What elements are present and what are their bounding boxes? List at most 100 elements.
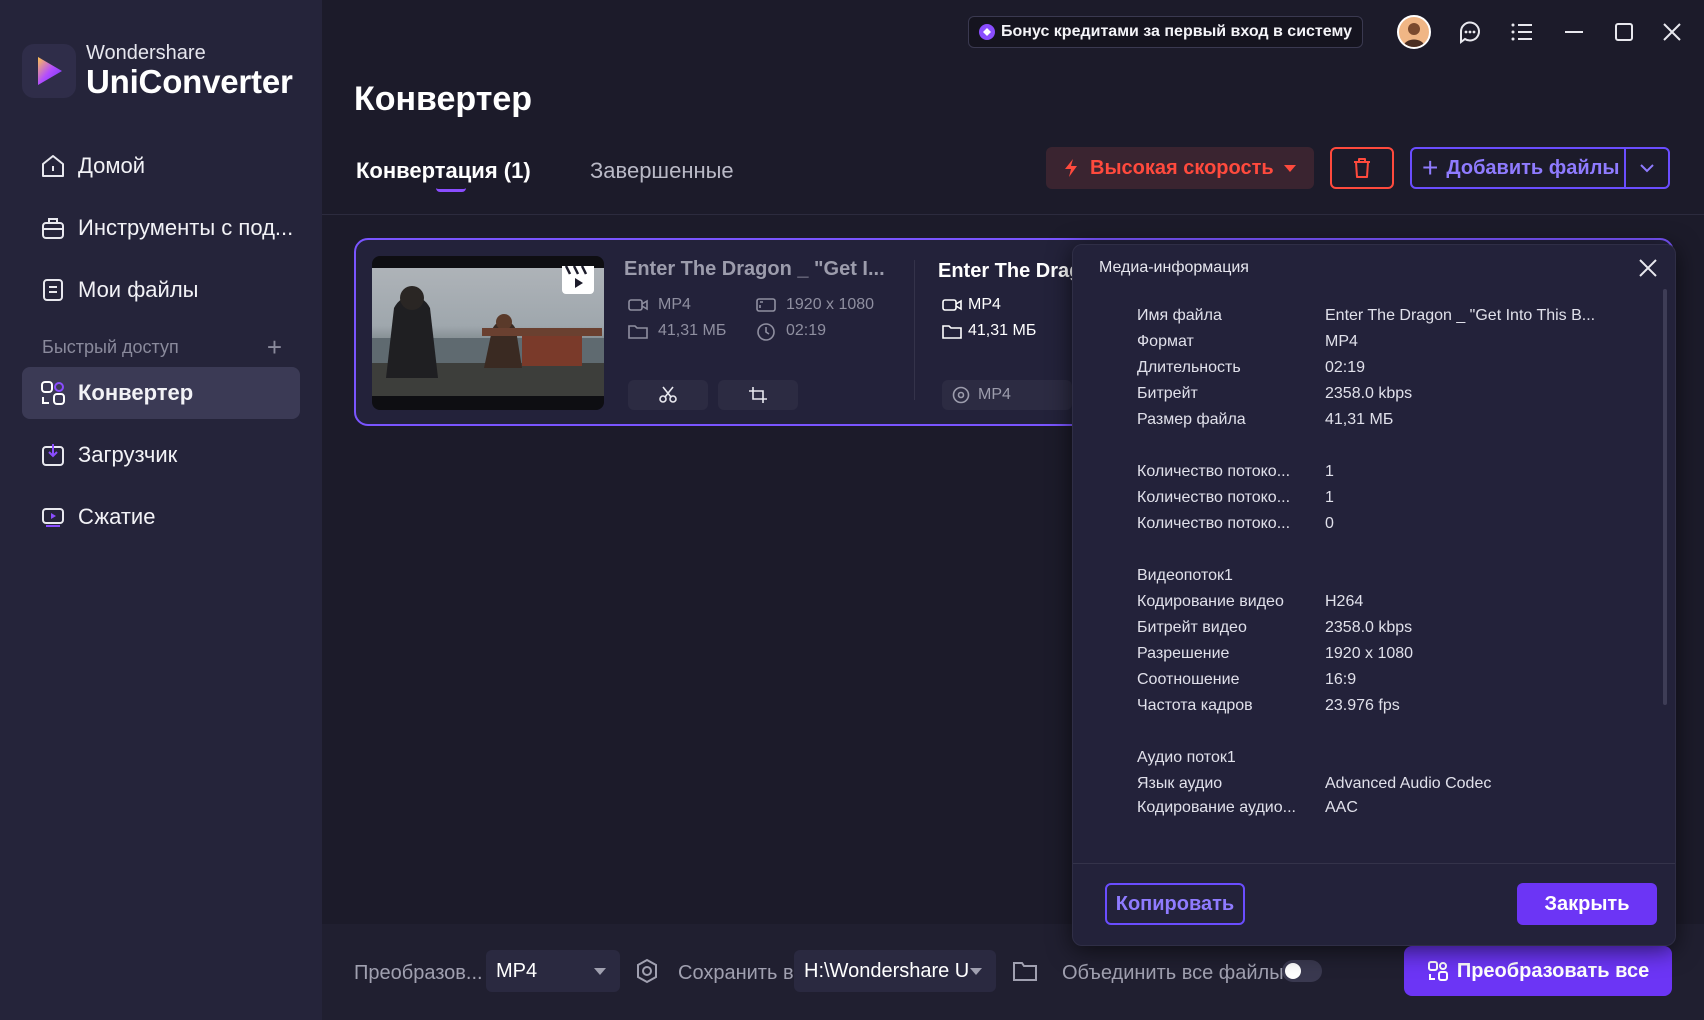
header-divider <box>322 214 1704 215</box>
info-row: Размер файла 41,31 МБ <box>1137 411 1394 428</box>
settings-icon <box>952 386 970 404</box>
info-row: Битрейт 2358.0 kbps <box>1137 385 1413 402</box>
tab-finished[interactable]: Завершенные <box>590 158 734 184</box>
info-row: Соотношение 16:9 <box>1137 671 1357 688</box>
user-avatar[interactable] <box>1396 14 1432 50</box>
trim-button[interactable] <box>628 380 708 410</box>
sidebar: Wondershare UniConverter Домой Инструмен… <box>0 0 322 1020</box>
info-row: Количество потоко... 0 <box>1137 515 1334 532</box>
dialog-footer-divider <box>1073 863 1675 864</box>
info-row: Количество потоко... 1 <box>1137 463 1334 480</box>
video-icon <box>628 297 648 313</box>
resolution-icon <box>756 297 776 313</box>
dialog-title: Медиа-информация <box>1099 259 1249 276</box>
save-to-label: Сохранить в <box>678 962 794 984</box>
merge-files-toggle[interactable] <box>1282 960 1322 982</box>
source-duration: 02:19 <box>756 322 826 341</box>
sidebar-item-downloader[interactable]: Загрузчик <box>22 429 300 481</box>
converter-icon <box>38 378 68 408</box>
sidebar-item-tools[interactable]: Инструменты с под... <box>22 202 300 254</box>
tab-active-indicator <box>436 188 466 192</box>
sidebar-item-label: Загрузчик <box>78 442 178 467</box>
convert-to-label: Преобразов... <box>354 962 483 984</box>
add-files-button[interactable]: + Добавить файлы <box>1410 147 1670 189</box>
chat-icon[interactable] <box>1452 14 1488 50</box>
info-row: Разрешение 1920 x 1080 <box>1137 645 1414 662</box>
info-row: Количество потоко... 1 <box>1137 489 1334 506</box>
chevron-down-icon <box>594 968 606 975</box>
bonus-banner[interactable]: Бонус кредитами за первый вход в систему <box>968 16 1363 48</box>
video-stream-heading: Видеопоток1 <box>1137 567 1233 584</box>
source-resolution: 1920 x 1080 <box>756 296 874 314</box>
card-divider <box>914 260 915 400</box>
info-row: Битрейт видео 2358.0 kbps <box>1137 619 1413 636</box>
add-quick-access-icon[interactable]: + <box>267 332 282 363</box>
close-button[interactable]: Закрыть <box>1517 883 1657 925</box>
high-speed-label: Высокая скорость <box>1090 156 1274 179</box>
output-format-select[interactable]: MP4 <box>486 950 620 992</box>
quick-access-label: Быстрый доступ <box>42 337 179 357</box>
target-format-select[interactable]: MP4 <box>942 380 1072 410</box>
crop-button[interactable] <box>718 380 798 410</box>
toolbox-icon <box>38 213 68 243</box>
tab-converting[interactable]: Конвертация (1) <box>356 158 531 184</box>
target-file-name: Enter The Drag <box>938 260 1078 282</box>
sidebar-item-compress[interactable]: Сжатие <box>22 491 300 543</box>
brand-main: UniConverter <box>86 63 293 100</box>
quick-access-header: Быстрый доступ + <box>42 332 282 363</box>
lightning-icon <box>1062 158 1080 178</box>
menu-icon[interactable] <box>1504 14 1540 50</box>
logo-icon <box>22 44 76 98</box>
maximize-icon[interactable] <box>1606 14 1642 50</box>
chevron-down-icon <box>970 968 982 975</box>
info-row: Длительность 02:19 <box>1137 359 1366 376</box>
source-format: MP4 <box>628 296 691 314</box>
folder-icon <box>628 323 648 339</box>
files-icon <box>38 275 68 305</box>
clapper-icon <box>562 266 594 294</box>
sidebar-item-label: Мои файлы <box>78 277 199 302</box>
high-speed-button[interactable]: Высокая скорость <box>1046 147 1314 189</box>
compress-icon <box>38 502 68 532</box>
brand-sub: Wondershare <box>86 42 206 64</box>
save-path-select[interactable]: H:\Wondershare Ur <box>794 950 996 992</box>
page-title: Конвертер <box>354 80 533 118</box>
folder-icon <box>942 323 962 339</box>
source-file-name: Enter The Dragon _ "Get I... <box>624 258 885 280</box>
minimize-icon[interactable] <box>1556 14 1592 50</box>
dialog-scrollbar[interactable] <box>1663 289 1667 705</box>
audio-stream-heading: Аудио поток1 <box>1137 749 1236 766</box>
add-files-dropdown[interactable] <box>1626 163 1668 173</box>
output-settings-icon[interactable] <box>634 958 660 984</box>
scissors-icon <box>658 386 678 404</box>
sidebar-item-my-files[interactable]: Мои файлы <box>22 264 300 316</box>
video-icon <box>942 297 962 313</box>
media-info-dialog: Медиа-информация Имя файла Enter The Drag… <box>1072 244 1676 946</box>
info-row: Язык аудио Advanced Audio Codec <box>1137 775 1492 792</box>
sidebar-item-label: Сжатие <box>78 504 156 529</box>
sidebar-item-converter[interactable]: Конвертер <box>22 367 300 419</box>
info-row: Кодирование видео H264 <box>1137 593 1364 610</box>
plus-icon: + <box>1422 152 1439 183</box>
delete-button[interactable] <box>1330 147 1394 189</box>
sidebar-item-label: Инструменты с под... <box>78 215 294 240</box>
home-icon <box>38 151 68 181</box>
sidebar-item-home[interactable]: Домой <box>22 140 300 192</box>
open-folder-icon[interactable] <box>1012 959 1038 983</box>
source-size: 41,31 МБ <box>628 322 726 340</box>
converter-icon <box>1427 960 1449 982</box>
trash-icon <box>1352 157 1372 179</box>
video-thumbnail[interactable] <box>372 256 604 410</box>
bonus-text: Бонус кредитами за первый вход в систему <box>1001 23 1352 40</box>
dialog-close-icon[interactable] <box>1633 253 1663 283</box>
clock-icon <box>756 323 776 341</box>
info-row: Частота кадров 23.976 fps <box>1137 697 1400 714</box>
convert-all-button[interactable]: Преобразовать все <box>1404 946 1672 996</box>
diamond-icon <box>979 24 995 40</box>
sidebar-item-label: Конвертер <box>78 380 194 405</box>
copy-button[interactable]: Копировать <box>1105 883 1245 925</box>
target-size: 41,31 МБ <box>942 322 1036 340</box>
close-icon[interactable] <box>1654 14 1690 50</box>
info-row: Формат MP4 <box>1137 333 1358 350</box>
info-row: Кодирование аудио... AAC <box>1137 799 1358 816</box>
